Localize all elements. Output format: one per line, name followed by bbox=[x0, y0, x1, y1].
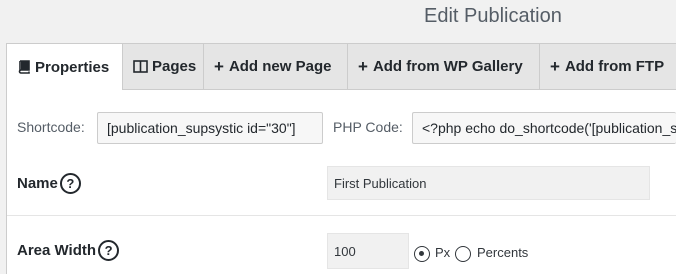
shortcode-label: Shortcode: bbox=[17, 119, 85, 135]
shortcode-field[interactable]: [publication_supsystic id="30"] bbox=[97, 112, 323, 144]
px-radio[interactable] bbox=[414, 246, 430, 262]
tab-label: Pages bbox=[152, 58, 197, 75]
tab-add-new-page[interactable]: + Add new Page bbox=[203, 43, 348, 89]
book-icon bbox=[17, 60, 31, 74]
area-width-label: Area Width bbox=[17, 242, 97, 259]
tab-label: Add from FTP bbox=[564, 58, 665, 75]
radio-selected-dot bbox=[419, 251, 424, 256]
help-icon[interactable]: ? bbox=[98, 240, 120, 261]
help-icon[interactable]: ? bbox=[59, 173, 81, 194]
tab-add-from-ftp[interactable]: + Add from FTP bbox=[539, 43, 676, 89]
area-width-label-row: Area Width ? bbox=[17, 240, 120, 261]
tab-bar: Properties Pages + Add new Page + Add fr… bbox=[6, 43, 676, 90]
tab-label: Add new Page bbox=[228, 58, 332, 75]
name-label: Name bbox=[17, 175, 58, 192]
tab-pages[interactable]: Pages bbox=[122, 43, 204, 89]
page-title: Edit Publication bbox=[424, 5, 562, 27]
tab-label: Add from WP Gallery bbox=[372, 58, 523, 75]
columns-icon bbox=[133, 60, 148, 73]
divider bbox=[7, 215, 676, 216]
px-radio-label: Px bbox=[435, 245, 451, 260]
tab-label: Properties bbox=[35, 58, 110, 76]
plus-icon: + bbox=[358, 57, 368, 76]
tab-add-from-wp-gallery[interactable]: + Add from WP Gallery bbox=[347, 43, 540, 89]
php-code-field[interactable]: <?php echo do_shortcode('[publication_su… bbox=[412, 112, 676, 144]
percents-radio-label: Percents bbox=[477, 245, 529, 260]
area-width-input[interactable]: 100 bbox=[327, 233, 409, 269]
plus-icon: + bbox=[550, 57, 560, 76]
plus-icon: + bbox=[214, 57, 224, 76]
name-label-row: Name ? bbox=[17, 173, 81, 194]
php-code-label: PHP Code: bbox=[333, 119, 403, 135]
percents-radio[interactable] bbox=[455, 246, 471, 262]
tab-properties[interactable]: Properties bbox=[6, 43, 123, 90]
name-input[interactable]: First Publication bbox=[327, 166, 650, 200]
